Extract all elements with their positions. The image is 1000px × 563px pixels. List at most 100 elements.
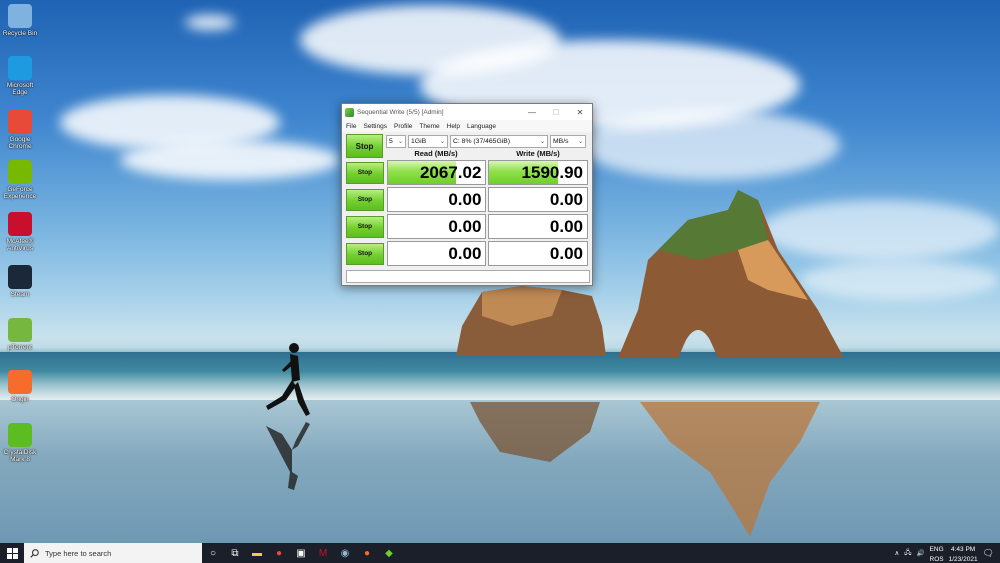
volume-icon[interactable]: 🔊 xyxy=(916,549,924,557)
window-title: Sequential Write (5/5) [Admin] xyxy=(357,108,444,116)
language-indicator[interactable]: ENG ROS xyxy=(930,543,944,563)
origin-icon[interactable]: ● xyxy=(356,543,378,563)
desktop-icon[interactable]: µTorrent xyxy=(2,318,38,351)
benchmark-row: Stop 0.00 0.00 xyxy=(346,214,590,239)
chevron-down-icon: ⌄ xyxy=(577,138,583,145)
benchmark-row: Stop 0.00 0.00 xyxy=(346,241,590,266)
write-result-cell: 0.00 xyxy=(488,214,588,239)
benchmark-row: Stop 2067.02 1590.90 xyxy=(346,160,590,185)
nvidia-icon xyxy=(8,160,32,184)
desktop-icon-label: Recycle Bin xyxy=(2,30,38,37)
menu-language[interactable]: Language xyxy=(467,123,496,130)
cortana-icon[interactable]: ○ xyxy=(202,543,224,563)
close-button[interactable]: ✕ xyxy=(568,104,592,120)
read-result-cell: 0.00 xyxy=(386,214,487,239)
chrome-icon xyxy=(8,110,32,134)
benchmark-row: Stop 0.00 0.00 xyxy=(346,187,590,212)
task-view-icon[interactable]: ⧉ xyxy=(224,543,246,563)
small-rock-formation xyxy=(456,286,606,356)
read-header: Read (MB/s) xyxy=(414,148,458,158)
write-value: 1590.90 xyxy=(521,162,583,182)
desktop-icon[interactable]: Recycle Bin xyxy=(2,4,38,37)
menu-theme[interactable]: Theme xyxy=(419,123,439,130)
mcafee-icon[interactable]: M xyxy=(312,543,334,563)
minimize-button[interactable]: — xyxy=(520,104,544,120)
desktop-icon-label: CrystalDiskMark 8 xyxy=(3,449,37,463)
runner-silhouette xyxy=(266,343,310,416)
crystaldiskmark-icon[interactable]: ◆ xyxy=(378,543,400,563)
show-hidden-icons-icon[interactable]: ∧ xyxy=(894,549,899,557)
origin-icon xyxy=(8,370,32,394)
write-value: 0.00 xyxy=(549,243,583,263)
maximize-button[interactable]: ☐ xyxy=(544,104,568,120)
all-stop-button[interactable]: Stop xyxy=(346,134,383,158)
row-stop-button[interactable]: Stop xyxy=(346,161,384,184)
desktop-icon[interactable]: Google Chrome xyxy=(2,110,38,150)
write-result-cell: 1590.90 xyxy=(488,160,588,185)
menu-settings[interactable]: Settings xyxy=(363,123,387,130)
utorrent-icon xyxy=(8,318,32,342)
start-button[interactable] xyxy=(0,543,24,563)
row-stop-button[interactable]: Stop xyxy=(346,215,384,238)
crystaldiskmark-window: Sequential Write (5/5) [Admin] — ☐ ✕ Fil… xyxy=(341,103,593,286)
read-value: 0.00 xyxy=(448,189,482,209)
desktop-icon-label: Google Chrome xyxy=(8,136,32,150)
unit-select[interactable]: MB/s ⌄ xyxy=(550,134,586,148)
menu-file[interactable]: File xyxy=(346,123,356,130)
chevron-down-icon: ⌄ xyxy=(539,138,545,145)
steam-icon xyxy=(8,265,32,289)
crystaldiskmark-icon xyxy=(8,423,32,447)
write-value: 0.00 xyxy=(549,216,583,236)
chrome-icon[interactable]: ● xyxy=(268,543,290,563)
desktop-icon[interactable]: McAfee® AntiVirus xyxy=(2,212,38,252)
row-stop-button[interactable]: Stop xyxy=(346,188,384,211)
drive-select[interactable]: C: 8% (37/465GiB) ⌄ xyxy=(450,134,548,148)
benchmark-grid: Stop 5 ⌄ 1GiB ⌄ C: 8% (37/465GiB) ⌄ MB/s ⌄ R… xyxy=(346,134,590,268)
read-value: 0.00 xyxy=(448,243,482,263)
search-box[interactable]: Type here to search xyxy=(24,543,202,563)
desktop-icon-label: µTorrent xyxy=(8,344,32,351)
read-result-cell: 0.00 xyxy=(386,241,487,266)
desktop-icon[interactable]: Microsoft Edge xyxy=(2,56,38,96)
crystaldiskmark-icon xyxy=(345,107,354,117)
edge-icon xyxy=(8,56,32,80)
search-placeholder: Type here to search xyxy=(45,548,112,558)
row-stop-button[interactable]: Stop xyxy=(346,242,384,265)
store-icon[interactable]: ▣ xyxy=(290,543,312,563)
write-result-cell: 0.00 xyxy=(488,241,588,266)
desktop-icon-label: GeForce Experience xyxy=(3,186,37,200)
test-size-select[interactable]: 1GiB ⌄ xyxy=(408,134,448,148)
file-explorer-icon[interactable]: ▬ xyxy=(246,543,268,563)
desktop-icon[interactable]: Origin xyxy=(2,370,38,403)
title-bar[interactable]: Sequential Write (5/5) [Admin] — ☐ ✕ xyxy=(342,104,592,120)
notifications-icon[interactable]: 🗨 xyxy=(983,548,994,559)
menu-profile[interactable]: Profile xyxy=(394,123,412,130)
clock[interactable]: 4:43 PM 1/23/2021 xyxy=(949,543,978,563)
arch-rock-formation xyxy=(618,190,844,358)
desktop-icon[interactable]: Steam xyxy=(2,265,38,298)
desktop-icon-label: Microsoft Edge xyxy=(6,82,34,96)
write-value: 0.00 xyxy=(549,189,583,209)
test-count-select[interactable]: 5 ⌄ xyxy=(386,134,406,148)
desktop-icon[interactable]: GeForce Experience xyxy=(2,160,38,200)
comment-field[interactable] xyxy=(346,270,590,283)
taskbar: Type here to search ○ ⧉ ▬ ● ▣ M ◉ ● ◆ ∧ 🖧 🔊 ENG… xyxy=(0,543,1000,563)
chevron-down-icon: ⌄ xyxy=(439,138,445,145)
desktop-icon-label: McAfee® AntiVirus xyxy=(6,238,34,252)
read-value: 0.00 xyxy=(448,216,482,236)
desktop-icon-label: Origin xyxy=(11,396,29,403)
windows-logo-icon xyxy=(6,547,18,559)
desktop-icon[interactable]: CrystalDiskMark 8 xyxy=(2,423,38,463)
menu-bar: File Settings Profile Theme Help Languag… xyxy=(342,120,592,132)
system-tray: ∧ 🖧 🔊 ENG ROS 4:43 PM 1/23/2021 🗨 xyxy=(894,543,1000,563)
steam-icon[interactable]: ◉ xyxy=(334,543,356,563)
network-icon[interactable]: 🖧 xyxy=(904,548,911,559)
mcafee-icon xyxy=(8,212,32,236)
write-result-cell: 0.00 xyxy=(488,187,588,212)
chevron-down-icon: ⌄ xyxy=(397,138,403,145)
search-icon xyxy=(30,548,39,558)
menu-help[interactable]: Help xyxy=(447,123,460,130)
read-result-cell: 0.00 xyxy=(386,187,487,212)
write-header: Write (MB/s) xyxy=(516,148,560,158)
read-result-cell: 2067.02 xyxy=(386,160,487,185)
